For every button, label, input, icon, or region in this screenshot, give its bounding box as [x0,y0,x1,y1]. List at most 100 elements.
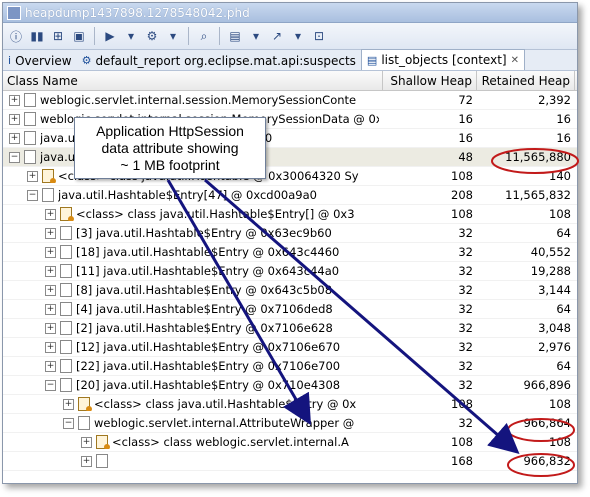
object-label: [11] java.util.Hashtable$Entry @ 0x643c4… [76,264,340,278]
retained-heap-cell: 16 [556,112,571,126]
export-icon[interactable]: ⊡ [310,27,328,45]
table-row[interactable]: + weblogic.servlet.internal.session.Memor… [3,91,577,110]
dropdown-chevron-icon[interactable]: ▾ [164,27,182,45]
column-header-shallow-heap[interactable]: Shallow Heap [383,71,477,90]
collapse-icon[interactable]: − [45,379,56,391]
object-icon [24,131,36,145]
expand-icon[interactable]: + [45,341,56,353]
toolbar-divider [188,27,189,45]
calculate-retained-icon[interactable]: ↗ [268,27,286,45]
oql-icon[interactable]: ▣ [70,27,88,45]
query-browser-icon[interactable]: ⚙ [143,27,161,45]
collapse-icon[interactable]: − [63,417,74,429]
object-icon [60,283,72,297]
table-row[interactable]: + <class> class java.util.Hashtable$Entry… [3,205,577,224]
class-icon [42,169,56,183]
class-name-cell: − java.util.Hashtable$Entry[47] @ 0xcd00a… [3,188,383,202]
class-icon [78,397,92,411]
title-bar: heapdump1437898.1278548042.phd [3,3,577,23]
retained-heap-cell: 3,144 [538,283,571,297]
info-icon[interactable]: ⓘ [7,27,25,45]
column-header-retained-heap[interactable]: Retained Heap [477,71,575,90]
info-icon: i [8,54,12,67]
toolbar-divider [219,27,220,45]
shallow-heap-cell: 32 [458,302,473,316]
object-icon [24,112,36,126]
expand-icon[interactable]: + [45,360,56,372]
expand-icon[interactable]: + [45,227,56,239]
table-row[interactable]: + [18] java.util.Hashtable$Entry @ 0x643c… [3,243,577,262]
class-name-cell: + [8] java.util.Hashtable$Entry @ 0x643c5… [3,283,383,297]
retained-heap-cell: 64 [556,226,571,240]
dropdown-chevron-icon[interactable]: ▾ [122,27,140,45]
histogram-icon[interactable]: ▮▮ [28,27,46,45]
expand-icon[interactable]: + [9,132,20,144]
report-icon: ⚙ [81,54,92,67]
expand-icon[interactable]: + [45,322,56,334]
expand-icon[interactable]: + [27,170,38,182]
expand-icon[interactable]: + [45,284,56,296]
expand-icon[interactable]: + [9,94,20,106]
class-name-cell: + [18] java.util.Hashtable$Entry @ 0x643c… [3,245,383,259]
run-report-icon[interactable]: ▶ [101,27,119,45]
search-icon[interactable]: ⌕ [195,27,213,45]
expand-icon[interactable]: + [63,398,74,410]
object-label: <class> class weblogic.servlet.internal.… [112,435,349,449]
callout-line: data attribute showing [101,139,239,156]
table-row[interactable]: − weblogic.servlet.internal.AttributeWrap… [3,414,577,433]
object-label: <class> class java.util.Hashtable$Entry[… [76,207,355,221]
expand-icon[interactable]: + [45,246,56,258]
object-label: java.util.Hashtable$Entry[47] @ 0xcd00a9… [58,188,317,202]
class-icon [60,207,74,221]
table-row[interactable]: + [22] java.util.Hashtable$Entry @ 0x7106… [3,357,577,376]
close-icon[interactable]: ✕ [511,55,519,66]
table-row[interactable]: + <class> class java.util.Hashtable$Entry… [3,395,577,414]
object-icon [96,454,108,468]
expand-icon[interactable]: + [45,208,56,220]
shallow-heap-cell: 108 [451,169,473,183]
tab-list-objects[interactable]: ▤ list_objects [context] ✕ [360,49,525,70]
shallow-heap-cell: 32 [458,264,473,278]
list-icon: ▤ [366,53,378,67]
expand-icon[interactable]: + [45,265,56,277]
object-icon [60,359,72,373]
expand-icon[interactable]: + [81,455,92,467]
object-label: [8] java.util.Hashtable$Entry @ 0x643c5b… [76,283,333,297]
object-label: [12] java.util.Hashtable$Entry @ 0x7106e… [76,340,341,354]
shallow-heap-cell: 32 [458,283,473,297]
tab-overview[interactable]: i Overview [3,51,77,70]
expand-icon[interactable]: + [81,436,92,448]
table-row[interactable]: + [3] java.util.Hashtable$Entry @ 0x63ec9… [3,224,577,243]
tab-label: Overview [15,53,72,68]
table-row[interactable]: + [4] java.util.Hashtable$Entry @ 0x7106d… [3,300,577,319]
shallow-heap-cell: 32 [458,340,473,354]
table-row[interactable]: + [12] java.util.Hashtable$Entry @ 0x7106… [3,338,577,357]
object-label: weblogic.servlet.internal.AttributeWrapp… [94,416,355,430]
retained-heap-cell: 966,896 [523,378,571,392]
column-header-class-name[interactable]: Class Name [3,71,383,90]
expand-icon[interactable]: + [45,303,56,315]
retained-heap-cell: 16 [556,131,571,145]
table-row[interactable]: +168 966,832 [3,452,577,471]
collapse-icon[interactable]: − [27,189,38,201]
dominator-tree-icon[interactable]: ⊞ [49,27,67,45]
shallow-heap-cell: 16 [458,131,473,145]
retained-heap-cell: 966,832 [523,454,571,468]
table-row[interactable]: + [11] java.util.Hashtable$Entry @ 0x643c… [3,262,577,281]
group-by-icon[interactable]: ▤ [226,27,244,45]
collapse-icon[interactable]: − [9,151,20,163]
retained-heap-cell: 3,048 [538,321,571,335]
editor-tabs: i Overview ⚙ default_report org.eclipse.… [3,49,577,71]
table-row[interactable]: + <class> class weblogic.servlet.internal… [3,433,577,452]
object-label: weblogic.servlet.internal.session.Memory… [40,93,357,107]
object-label: [4] java.util.Hashtable$Entry @ 0x7106de… [76,302,333,316]
table-row[interactable]: − java.util.Hashtable$Entry[47] @ 0xcd00a… [3,186,577,205]
table-row[interactable]: + [2] java.util.Hashtable$Entry @ 0x7106e… [3,319,577,338]
dropdown-chevron-icon[interactable]: ▾ [247,27,265,45]
dropdown-chevron-icon[interactable]: ▾ [289,27,307,45]
expand-icon[interactable]: + [9,113,20,125]
tab-default-report[interactable]: ⚙ default_report org.eclipse.mat.api:sus… [77,51,361,70]
object-icon [78,416,90,430]
table-row[interactable]: + [8] java.util.Hashtable$Entry @ 0x643c5… [3,281,577,300]
table-row[interactable]: − [20] java.util.Hashtable$Entry @ 0x710e… [3,376,577,395]
